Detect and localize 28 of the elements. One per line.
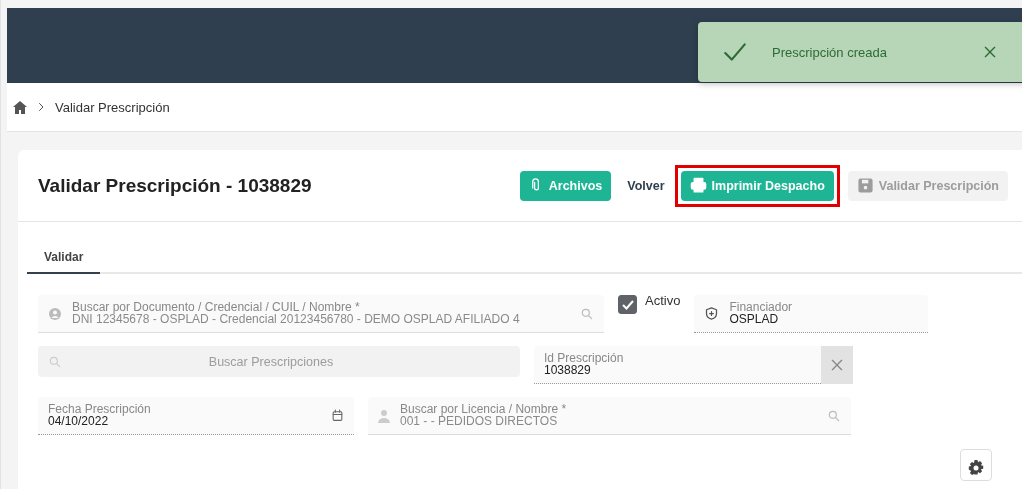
- search-icon: [48, 354, 62, 369]
- person-icon: [378, 408, 390, 423]
- settings-button[interactable]: [960, 449, 992, 481]
- financier-field: Financiador OSPLAD: [694, 295, 929, 333]
- tab[interactable]: Validar: [27, 244, 101, 274]
- close-icon: [982, 44, 998, 60]
- document-search-field[interactable]: Buscar por Documento / Credencial / CUIL / Nombre * DNI 12345678 - OSPLAD - Credencial 20123456780 - DEMO OSPLAD AFILIADO 4: [38, 295, 604, 333]
- date-field[interactable]: Fecha Prescripción 04/10/2022: [38, 397, 354, 435]
- checkmark-icon: [621, 299, 634, 310]
- action-button[interactable]: Imprimir Despacho: [680, 170, 834, 201]
- calendar-icon: [331, 409, 344, 422]
- active-checkbox[interactable]: [618, 295, 637, 314]
- user-icon: [48, 306, 62, 321]
- settings-icon: [968, 460, 984, 476]
- printer-icon: [689, 177, 707, 194]
- prescription-id-field[interactable]: Id Prescripción 1038829: [534, 346, 853, 384]
- toast-message: Prescripción creada: [772, 44, 888, 60]
- home-icon[interactable]: [13, 100, 27, 114]
- close-button[interactable]: [982, 44, 998, 60]
- license-search-field[interactable]: Buscar por Licencia / Nombre * 001 - - PEDIDOS DIRECTOS: [368, 397, 851, 435]
- search-icon: [827, 408, 841, 423]
- checkbox-label: Activo: [645, 293, 681, 308]
- action-button[interactable]: Archivos: [519, 170, 612, 201]
- breadcrumb-current: Validar Prescripción: [55, 99, 170, 115]
- shield-plus-icon: [704, 306, 720, 321]
- search-icon: [580, 306, 594, 321]
- back-button[interactable]: Volver: [625, 178, 667, 193]
- page-title: Validar Prescripción - 1038829: [38, 174, 313, 197]
